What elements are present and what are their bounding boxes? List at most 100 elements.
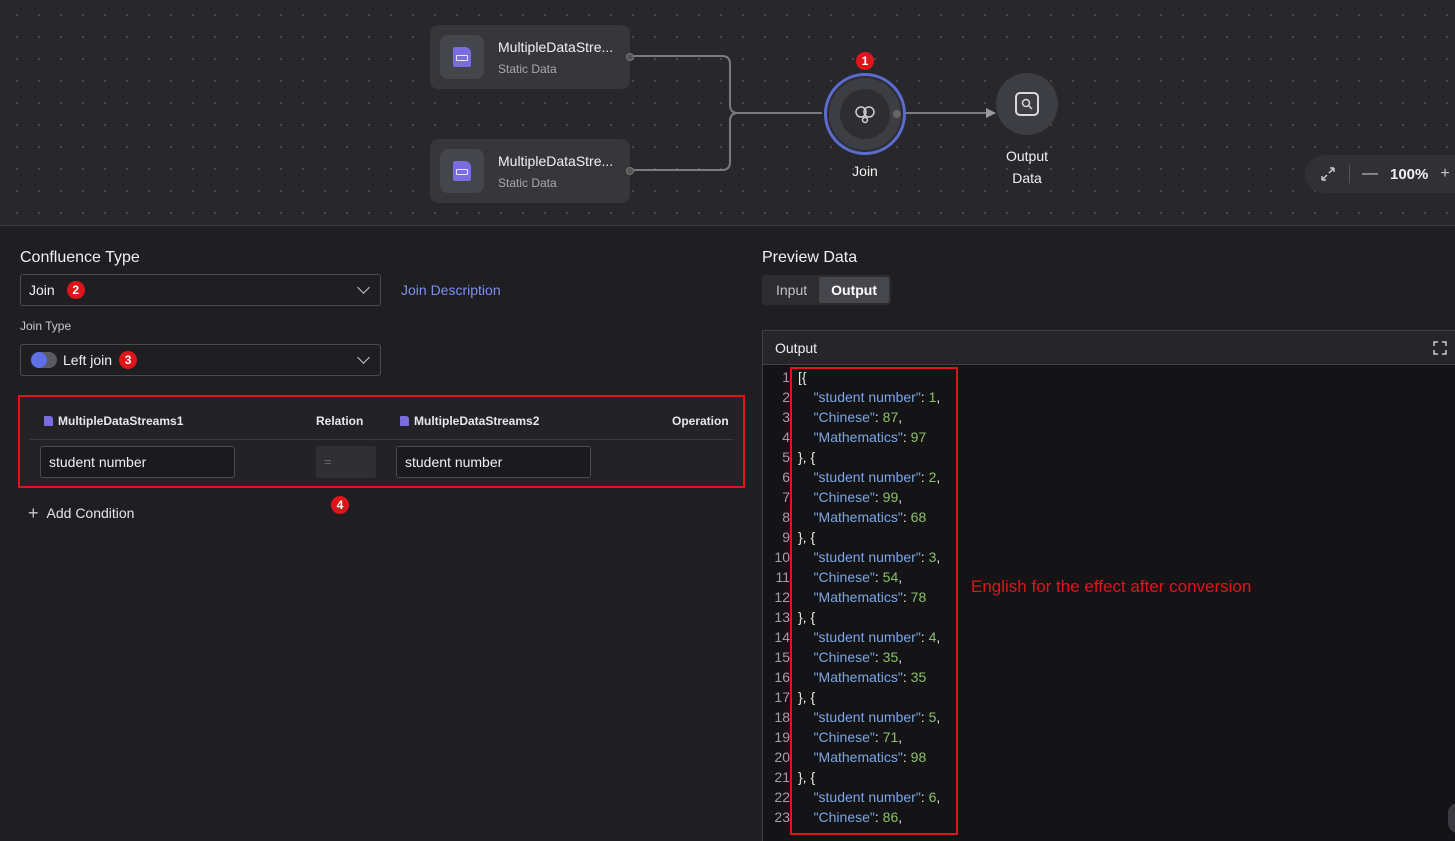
code-text: "Mathematics": 97 <box>790 427 927 447</box>
join-type-label: Join Type <box>20 319 72 333</box>
line-number: 8 <box>782 509 790 525</box>
node-title: MultipleDataStre... <box>498 153 614 169</box>
json-key: "student number" <box>813 389 921 405</box>
code-text: "student number": 5, <box>790 707 941 727</box>
code-line: 9}, { <box>763 527 1455 547</box>
add-condition-button[interactable]: + Add Condition <box>28 503 135 523</box>
col-header-operation: Operation <box>672 414 729 428</box>
line-number: 19 <box>774 729 790 745</box>
tab-input[interactable]: Input <box>764 277 819 303</box>
json-colon: : <box>902 589 911 605</box>
preview-data-label: Preview Data <box>762 249 858 266</box>
join-description-link[interactable]: Join Description <box>401 282 501 298</box>
divider <box>30 439 733 440</box>
line-number: 17 <box>774 689 790 705</box>
right-field-select[interactable]: student number <box>396 446 591 478</box>
code-line: 3 "Chinese": 87, <box>763 407 1455 427</box>
output-header: Output <box>763 331 1455 365</box>
divider <box>1349 165 1350 183</box>
output-port[interactable] <box>626 53 634 61</box>
code-text: [{ <box>798 369 807 385</box>
json-value: 35 <box>882 649 899 665</box>
plus-icon: + <box>28 503 39 523</box>
fullscreen-icon[interactable] <box>1433 341 1447 355</box>
add-condition-label: Add Condition <box>46 505 135 521</box>
code-text: }, { <box>798 529 816 545</box>
line-number: 11 <box>775 569 790 585</box>
zoom-out-button[interactable]: — <box>1362 165 1378 183</box>
output-header-title: Output <box>775 340 818 356</box>
json-colon: : <box>874 489 883 505</box>
output-label-line1: Output <box>1005 148 1049 164</box>
flow-canvas[interactable]: MultipleDataStre... Static Data Multiple… <box>0 0 1455 226</box>
left-field-select[interactable]: student number <box>40 446 235 478</box>
line-number: 16 <box>774 669 790 685</box>
line-number: 22 <box>774 789 790 805</box>
code-line: 4 "Mathematics": 97 <box>763 427 1455 447</box>
code-text: "Mathematics": 78 <box>790 587 927 607</box>
output-label-line2: Data <box>1012 170 1042 186</box>
code-line: 5}, { <box>763 447 1455 467</box>
json-comma: , <box>936 709 941 725</box>
chevron-down-icon <box>357 351 370 364</box>
line-number: 23 <box>774 809 790 825</box>
marker-3: 3 <box>119 351 138 369</box>
json-comma: , <box>898 489 903 505</box>
source-node-2[interactable]: MultipleDataStre... Static Data <box>430 139 634 203</box>
static-data-icon <box>440 35 484 79</box>
line-number: 2 <box>782 389 790 405</box>
line-number: 15 <box>774 649 790 665</box>
json-colon: : <box>902 429 911 445</box>
json-key: "student number" <box>813 629 921 645</box>
json-key: "Chinese" <box>813 409 875 425</box>
code-line: 20 "Mathematics": 98 <box>763 747 1455 767</box>
json-colon: : <box>920 789 929 805</box>
json-value: 99 <box>882 489 899 505</box>
col-header-right: MultipleDataStreams2 <box>400 414 539 428</box>
code-text: }, { <box>798 689 816 705</box>
code-text: "student number": 6, <box>790 787 941 807</box>
join-icon <box>840 89 890 139</box>
json-comma: , <box>898 649 903 665</box>
json-key: "Mathematics" <box>813 669 903 685</box>
join-output-port[interactable] <box>893 110 901 118</box>
json-key: "student number" <box>813 709 921 725</box>
annotation-text: English for the effect after conversion <box>971 577 1252 596</box>
join-conditions-table: MultipleDataStreams1 Relation MultipleDa… <box>18 395 745 488</box>
marker-2: 2 <box>66 281 85 299</box>
json-key: "Chinese" <box>813 809 875 825</box>
join-type-select[interactable]: Left join 3 <box>20 344 381 376</box>
node-subtitle: Static Data <box>498 176 557 190</box>
output-port[interactable] <box>626 167 634 175</box>
json-colon: : <box>902 669 911 685</box>
json-value: 71 <box>882 729 899 745</box>
code-line: 14 "student number": 4, <box>763 627 1455 647</box>
json-colon: : <box>920 549 929 565</box>
code-text: }, { <box>798 769 816 785</box>
scrollbar-handle[interactable] <box>1448 803 1455 833</box>
json-colon: : <box>902 509 911 525</box>
fit-view-icon[interactable] <box>1319 165 1337 183</box>
join-type-value: Left join <box>63 352 113 368</box>
node-subtitle: Static Data <box>498 62 557 76</box>
col-header-left-text: MultipleDataStreams1 <box>58 414 184 428</box>
json-colon: : <box>874 649 883 665</box>
tab-output[interactable]: Output <box>819 277 890 303</box>
confluence-type-select[interactable]: Join 2 <box>20 274 381 306</box>
col-header-relation: Relation <box>316 414 364 428</box>
code-line: 16 "Mathematics": 35 <box>763 667 1455 687</box>
source-node-1[interactable]: MultipleDataStre... Static Data <box>430 25 634 89</box>
static-data-icon <box>44 416 53 426</box>
line-number: 21 <box>774 769 790 785</box>
json-colon: : <box>874 569 883 585</box>
code-text: "Chinese": 35, <box>790 647 903 667</box>
line-number: 20 <box>774 749 790 765</box>
zoom-in-button[interactable]: + <box>1440 165 1449 183</box>
json-code-view[interactable]: 1[{2 "student number": 1, 3 "Chinese": 87… <box>763 367 1455 827</box>
json-value: 54 <box>882 569 899 585</box>
node-title: MultipleDataStre... <box>498 39 614 55</box>
code-line: 19 "Chinese": 71, <box>763 727 1455 747</box>
json-colon: : <box>874 729 883 745</box>
relation-select[interactable]: = <box>316 446 376 478</box>
output-data-node[interactable] <box>996 73 1058 135</box>
